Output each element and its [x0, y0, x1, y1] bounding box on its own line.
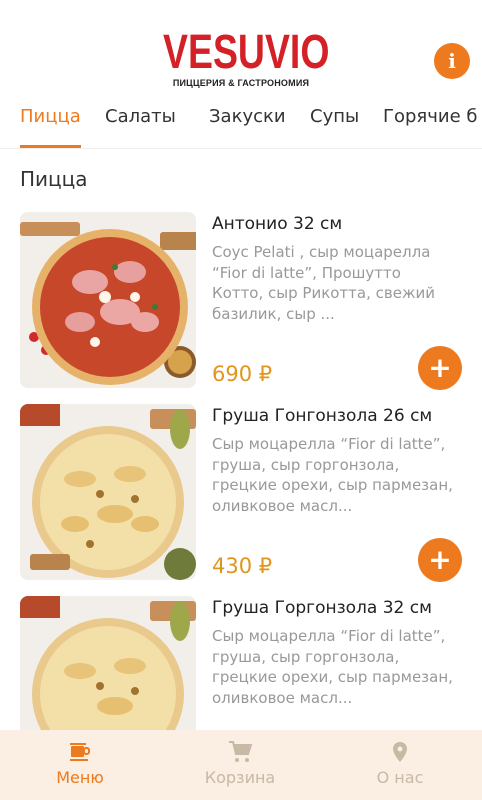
product-description: Соус Pelati , сыр моцарелла “Fior di lat…: [212, 243, 435, 323]
product-card[interactable]: Антонио 32 см Соус Pelati , сыр моцарелл…: [0, 212, 482, 392]
category-tabs: Пицца Салаты Закуски Супы Горячие б: [0, 96, 482, 149]
logo-subtitle: ПИЦЦЕРИЯ & ГАСТРОНОМИЯ: [172, 78, 310, 88]
section-title: Пицца: [20, 167, 88, 191]
info-button[interactable]: i: [434, 43, 470, 79]
product-description: Сыр моцарелла “Fior di latte”, груша, сы…: [212, 435, 453, 515]
bottom-navigation: Меню Корзина О нас: [0, 730, 482, 800]
nav-cart-label: Корзина: [204, 768, 276, 787]
app-header: VESUVIO ПИЦЦЕРИЯ & ГАСТРОНОМИЯ i: [0, 0, 482, 96]
nav-menu[interactable]: Меню: [0, 730, 160, 800]
nav-about[interactable]: О нас: [320, 730, 480, 800]
product-title: Антонио 32 см: [212, 214, 343, 234]
product-title: Груша Горгонзола 32 см: [212, 598, 432, 618]
tab-salads[interactable]: Салаты: [105, 106, 176, 146]
add-to-cart-button[interactable]: +: [418, 346, 462, 390]
plus-icon: +: [428, 351, 452, 384]
tab-pizza[interactable]: Пицца: [20, 106, 81, 148]
location-pin-icon: [393, 742, 407, 762]
nav-cart[interactable]: Корзина: [160, 730, 320, 800]
logo-title: VESUVIO: [163, 26, 330, 79]
add-to-cart-button[interactable]: +: [418, 538, 462, 582]
nav-menu-label: Меню: [56, 768, 104, 787]
tab-snacks[interactable]: Закуски: [209, 106, 286, 146]
info-icon: i: [448, 49, 456, 73]
product-description: Сыр моцарелла “Fior di latte”, груша, сы…: [212, 627, 453, 707]
nav-about-label: О нас: [376, 768, 424, 787]
tab-soups[interactable]: Супы: [310, 106, 359, 146]
product-card[interactable]: Груша Гонгонзола 26 см Сыр моцарелла “Fi…: [0, 404, 482, 584]
cart-icon: [229, 741, 252, 762]
tab-hot-dishes[interactable]: Горячие б: [383, 106, 477, 146]
product-image[interactable]: [20, 404, 196, 580]
vesuvio-logo: VESUVIO ПИЦЦЕРИЯ & ГАСТРОНОМИЯ: [141, 26, 341, 89]
product-price: 690 ₽: [212, 362, 273, 386]
product-image[interactable]: [20, 212, 196, 388]
product-title: Груша Гонгонзола 26 см: [212, 406, 433, 426]
product-price: 430 ₽: [212, 554, 273, 578]
plus-icon: +: [428, 543, 452, 576]
coffee-cup-icon: [70, 743, 90, 761]
